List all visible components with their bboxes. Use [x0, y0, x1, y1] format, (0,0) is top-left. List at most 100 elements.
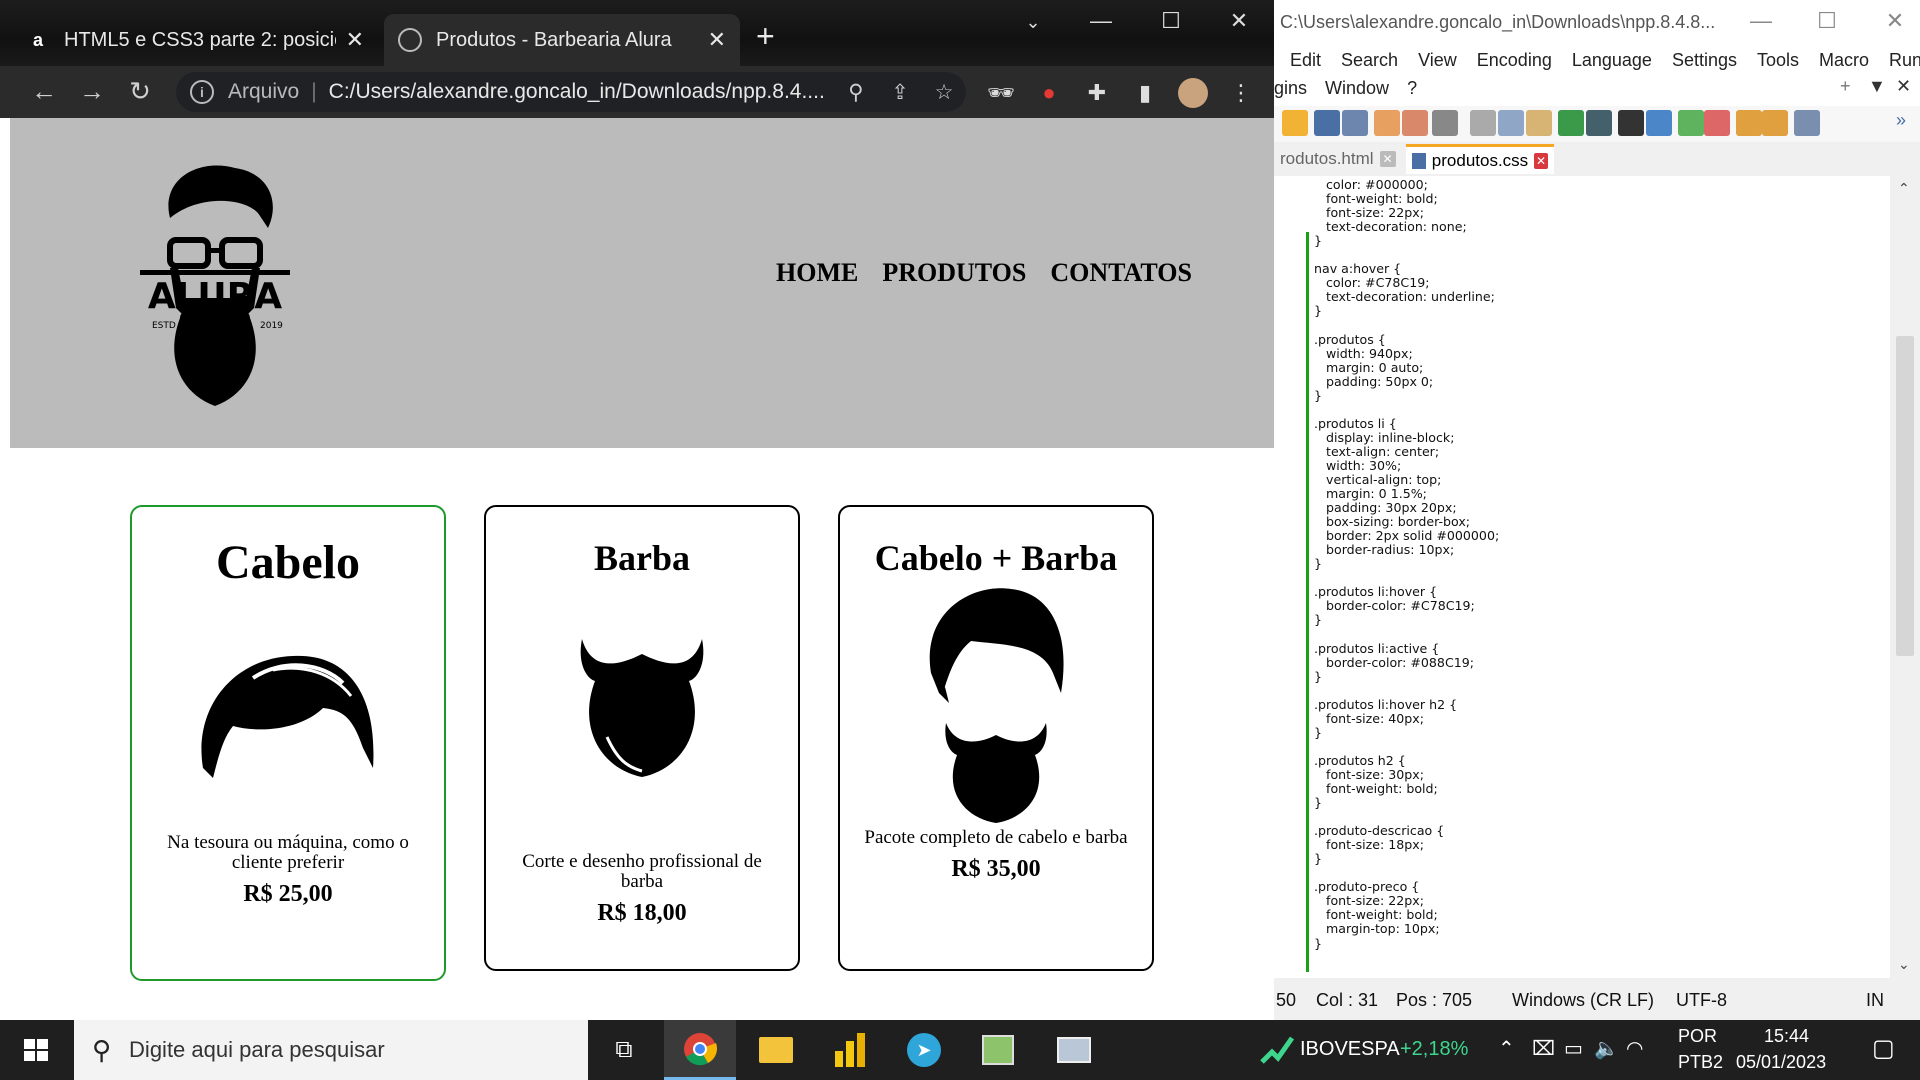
add-tab-icon[interactable]: +	[1840, 76, 1851, 97]
monitor-app-icon[interactable]	[1038, 1020, 1110, 1080]
scroll-thumb[interactable]	[1896, 336, 1914, 656]
maximize-icon[interactable]: ☐	[1146, 8, 1196, 34]
close-window-icon[interactable]: ✕	[1214, 8, 1264, 34]
nav-home-link[interactable]: HOME	[776, 258, 858, 288]
sync-vertical-icon[interactable]	[1736, 110, 1762, 136]
menu-help[interactable]: ?	[1407, 78, 1417, 99]
new-tab-icon[interactable]: +	[756, 18, 775, 55]
device-icon[interactable]: ⌧	[1532, 1036, 1555, 1061]
task-view-icon[interactable]: ⧉	[588, 1020, 660, 1080]
volume-icon[interactable]: 🔈	[1594, 1036, 1619, 1061]
clock-time[interactable]: 15:44	[1764, 1026, 1809, 1047]
vertical-scrollbar[interactable]: ⌃ ⌄	[1890, 176, 1920, 978]
wifi-icon[interactable]: ◠	[1626, 1036, 1643, 1061]
stock-chart-icon[interactable]	[1260, 1032, 1294, 1066]
nav-contatos-link[interactable]: CONTATOS	[1050, 258, 1192, 288]
reload-icon[interactable]: ↻	[122, 76, 158, 110]
menu-settings[interactable]: Settings	[1672, 50, 1737, 71]
tab-produtos-html[interactable]: rodutos.html ✕	[1274, 144, 1406, 174]
close-all-icon[interactable]	[1402, 110, 1428, 136]
close-tab-icon[interactable]: ✕	[346, 27, 364, 53]
menu-tools[interactable]: Tools	[1757, 50, 1799, 71]
product-card-cabelo-barba[interactable]: Cabelo + Barba Pacote completo de cabelo…	[838, 505, 1154, 971]
windows-start-icon[interactable]	[0, 1020, 72, 1080]
minimize-icon[interactable]: —	[1076, 8, 1126, 34]
code-editor[interactable]: color: #000000; font-weight: bold; font-…	[1274, 176, 1890, 978]
save-all-icon[interactable]	[1342, 110, 1368, 136]
close-tab-icon[interactable]: ✕	[1379, 151, 1396, 167]
notification-center-icon[interactable]: ▢	[1872, 1034, 1895, 1063]
zoom-in-icon[interactable]	[1678, 110, 1704, 136]
zoom-out-icon[interactable]	[1704, 110, 1730, 136]
close-tab-icon[interactable]: ✕	[708, 27, 726, 53]
redo-icon[interactable]	[1586, 110, 1612, 136]
tab-alura-course[interactable]: a HTML5 e CSS3 parte 2: posiciona ✕	[12, 14, 378, 66]
tab-produtos[interactable]: Produtos - Barbearia Alura ✕	[384, 14, 740, 66]
telegram-icon[interactable]: ➤	[888, 1020, 960, 1080]
scroll-down-icon[interactable]: ⌄	[1898, 956, 1910, 973]
zoom-icon[interactable]: ⚲	[834, 80, 878, 105]
menu-plugins[interactable]: gins	[1274, 78, 1307, 99]
cut-icon[interactable]	[1470, 110, 1496, 136]
close-window-icon[interactable]: ✕	[1868, 8, 1920, 34]
open-file-icon[interactable]	[1282, 110, 1308, 136]
undo-icon[interactable]	[1558, 110, 1584, 136]
find-icon[interactable]	[1618, 110, 1644, 136]
save-icon[interactable]	[1314, 110, 1340, 136]
menu-view[interactable]: View	[1418, 50, 1457, 71]
scroll-up-icon[interactable]: ⌃	[1898, 180, 1910, 197]
toolbar-overflow-icon[interactable]: »	[1896, 110, 1906, 131]
extensions-puzzle-icon[interactable]: ✚	[1082, 78, 1112, 108]
spy-extension-icon[interactable]: 🕶	[986, 78, 1016, 108]
nav-produtos-link[interactable]: PRODUTOS	[882, 258, 1026, 288]
menu-search[interactable]: Search	[1341, 50, 1398, 71]
menu-run[interactable]: Run	[1889, 50, 1920, 71]
css-code[interactable]: color: #000000; font-weight: bold; font-…	[1314, 177, 1499, 951]
tab-list-icon[interactable]: ▼	[1868, 76, 1886, 97]
side-panel-icon[interactable]: ▮	[1130, 78, 1160, 108]
battery-icon[interactable]: ▭	[1564, 1036, 1583, 1061]
close-tab-icon[interactable]: ✕	[1534, 152, 1548, 169]
power-bi-icon[interactable]	[814, 1020, 886, 1080]
address-bar[interactable]: i Arquivo | C:/Users/alexandre.goncalo_i…	[176, 72, 966, 112]
forward-icon[interactable]: →	[74, 76, 110, 110]
tab-produtos-css[interactable]: produtos.css ✕	[1406, 144, 1554, 174]
menu-kebab-icon[interactable]: ⋮	[1226, 78, 1256, 108]
adblock-extension-icon[interactable]: ●	[1034, 78, 1064, 108]
taskbar-search[interactable]: ⚲ Digite aqui para pesquisar	[74, 1020, 588, 1080]
menu-edit[interactable]: Edit	[1290, 50, 1321, 71]
paste-icon[interactable]	[1526, 110, 1552, 136]
info-icon[interactable]: i	[190, 80, 214, 104]
input-language[interactable]: POR	[1678, 1026, 1717, 1047]
keyboard-layout[interactable]: PTB2	[1678, 1052, 1723, 1073]
url-text[interactable]: C:/Users/alexandre.goncalo_in/Downloads/…	[329, 80, 834, 104]
maximize-icon[interactable]: ☐	[1800, 8, 1854, 34]
print-icon[interactable]	[1432, 110, 1458, 136]
minimize-icon[interactable]: —	[1734, 8, 1788, 34]
close-doc-icon[interactable]: ✕	[1896, 76, 1911, 97]
ticker-change[interactable]: +2,18%	[1400, 1038, 1468, 1061]
file-explorer-icon[interactable]	[740, 1020, 812, 1080]
ticker-name[interactable]: IBOVESPA	[1300, 1038, 1400, 1061]
menu-language[interactable]: Language	[1572, 50, 1652, 71]
bookmark-star-icon[interactable]: ☆	[922, 80, 966, 105]
clock-date[interactable]: 05/01/2023	[1736, 1052, 1826, 1073]
menu-window[interactable]: Window	[1325, 78, 1389, 99]
copy-icon[interactable]	[1498, 110, 1524, 136]
sync-horizontal-icon[interactable]	[1762, 110, 1788, 136]
menu-encoding[interactable]: Encoding	[1477, 50, 1552, 71]
product-card-cabelo[interactable]: Cabelo Na tesoura ou máquina, como o cli…	[130, 505, 446, 981]
notepad-taskbar-icon[interactable]	[962, 1020, 1034, 1080]
close-file-icon[interactable]	[1374, 110, 1400, 136]
tab-search-icon[interactable]: ⌄	[1008, 12, 1058, 33]
show-hidden-icons-icon[interactable]: ⌃	[1498, 1036, 1515, 1061]
word-wrap-icon[interactable]	[1794, 110, 1820, 136]
replace-icon[interactable]	[1646, 110, 1672, 136]
chrome-taskbar-icon[interactable]	[664, 1020, 736, 1080]
back-icon[interactable]: ←	[26, 76, 62, 110]
product-card-barba[interactable]: Barba Corte e desenho profissional de ba…	[484, 505, 800, 971]
profile-avatar[interactable]	[1178, 78, 1208, 108]
menu-macro[interactable]: Macro	[1819, 50, 1869, 71]
alura-logo[interactable]: ALURA ESTD 2019	[140, 158, 290, 408]
share-icon[interactable]: ⇪	[878, 80, 922, 105]
